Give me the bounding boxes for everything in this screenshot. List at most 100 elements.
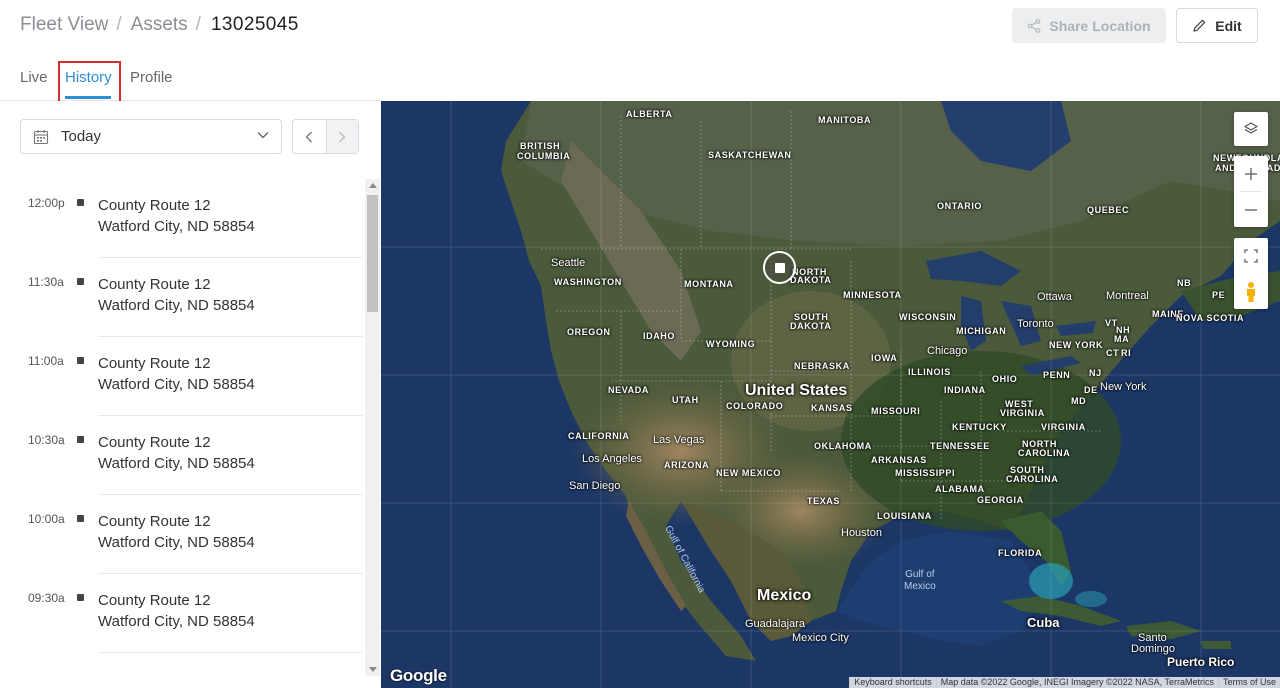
history-address-street: County Route 12: [98, 434, 211, 451]
map-label: RI: [1121, 348, 1132, 358]
zoom-out-button[interactable]: [1234, 192, 1268, 227]
map-city-label: Puerto Rico: [1167, 655, 1235, 669]
map-label: MINNESOTA: [843, 290, 902, 300]
map-city-label: Toronto: [1017, 318, 1054, 330]
date-navigation: [292, 119, 359, 154]
map-label: NEW MEXICO: [716, 468, 782, 478]
map-label: ONTARIO: [937, 201, 983, 211]
breadcrumb-assets[interactable]: Assets: [131, 14, 188, 36]
map-label: QUEBEC: [1087, 205, 1130, 215]
layers-icon: [1244, 122, 1258, 134]
map-label: NEBRASKA: [794, 361, 850, 371]
map-city-label: New York: [1100, 381, 1147, 393]
history-item[interactable]: 10:30a County Route 12 Watford City, ND …: [0, 416, 365, 495]
history-address-street: County Route 12: [98, 276, 211, 293]
history-time: 09:30a: [28, 591, 65, 605]
map-water-label: Gulf of Mexico: [904, 569, 936, 592]
share-location-button[interactable]: Share Location: [1012, 8, 1166, 43]
edit-label: Edit: [1215, 17, 1242, 34]
fullscreen-icon: [1244, 248, 1258, 263]
history-marker-icon: [77, 199, 84, 206]
map-country-label: United States: [745, 382, 848, 399]
map-country-label: Cuba: [1027, 615, 1060, 630]
history-panel: Today 12:00p County Route 12 Watford Cit…: [0, 101, 381, 688]
map-label: SASKATCHEWAN: [708, 150, 792, 160]
pencil-icon: [1193, 19, 1206, 32]
map-label: OKLAHOMA: [814, 441, 872, 451]
next-day-button[interactable]: [325, 120, 358, 153]
map-city-label: San Diego: [569, 480, 621, 492]
map-label: LOUISIANA: [877, 511, 932, 521]
map-view-controls: [1234, 238, 1268, 309]
map-label: WISCONSIN: [899, 312, 957, 322]
history-address-street: County Route 12: [98, 355, 211, 372]
map-label: OREGON: [567, 327, 611, 337]
chevron-down-icon: [257, 132, 269, 139]
history-item[interactable]: 11:00a County Route 12 Watford City, ND …: [0, 337, 365, 416]
history-time: 12:00p: [28, 196, 65, 210]
map-label: ARKANSAS: [871, 455, 927, 465]
share-icon: [1028, 18, 1041, 33]
history-time: 11:30a: [28, 275, 64, 289]
history-time: 10:30a: [28, 433, 65, 447]
map-label: MD: [1071, 396, 1087, 406]
history-address-street: County Route 12: [98, 592, 211, 609]
tab-live[interactable]: Live: [20, 69, 48, 86]
asset-location-marker[interactable]: [763, 251, 796, 284]
history-address-city: Watford City, ND 58854: [98, 534, 255, 551]
history-marker-icon: [77, 515, 84, 522]
keyboard-shortcuts-link[interactable]: Keyboard shortcuts: [849, 677, 936, 688]
map-label: INDIANA: [944, 385, 986, 395]
fullscreen-button[interactable]: [1234, 238, 1268, 273]
history-address-street: County Route 12: [98, 197, 211, 214]
map-label: ARIZONA: [664, 460, 710, 470]
map-label: IOWA: [871, 353, 898, 363]
scroll-up-icon[interactable]: [369, 183, 377, 188]
map-label: ILLINOIS: [908, 367, 951, 377]
map-layers-button[interactable]: [1234, 112, 1268, 146]
map-label: COLUMBIA: [517, 151, 571, 161]
map-label: NJ: [1089, 368, 1102, 378]
page-header: Fleet View / Assets / 13025045 Share Loc…: [0, 0, 1280, 52]
map-city-label: Domingo: [1131, 643, 1176, 655]
history-address-city: Watford City, ND 58854: [98, 455, 255, 472]
map-label: CT: [1106, 348, 1120, 358]
map-city-label: Montreal: [1106, 290, 1149, 302]
zoom-in-button[interactable]: [1234, 156, 1268, 191]
history-address-city: Watford City, ND 58854: [98, 613, 255, 630]
history-marker-icon: [77, 436, 84, 443]
history-item[interactable]: 11:30a County Route 12 Watford City, ND …: [0, 258, 365, 337]
divider: [98, 652, 363, 653]
breadcrumb: Fleet View / Assets / 13025045: [20, 14, 299, 36]
history-item[interactable]: 09:30a County Route 12 Watford City, ND …: [0, 574, 365, 653]
street-view-pegman[interactable]: [1234, 274, 1268, 309]
edit-button[interactable]: Edit: [1176, 8, 1258, 43]
history-list: 12:00p County Route 12 Watford City, ND …: [0, 179, 365, 688]
history-item[interactable]: 10:00a County Route 12 Watford City, ND …: [0, 495, 365, 574]
breadcrumb-separator: /: [116, 14, 122, 35]
terms-of-use-link[interactable]: Terms of Use: [1217, 677, 1280, 688]
tab-profile[interactable]: Profile: [130, 69, 173, 86]
page-title: 13025045: [210, 14, 299, 35]
scroll-down-icon[interactable]: [369, 667, 377, 672]
map-city-label: Chicago: [927, 345, 968, 357]
map-city-label: Las Vegas: [653, 434, 705, 446]
history-item[interactable]: 12:00p County Route 12 Watford City, ND …: [0, 179, 365, 258]
history-marker-icon: [77, 278, 84, 285]
map-label: CALIFORNIA: [568, 431, 630, 441]
scrollbar-thumb[interactable]: [367, 195, 378, 312]
map-label: MONTANA: [684, 279, 734, 289]
breadcrumb-fleet-view[interactable]: Fleet View: [20, 14, 108, 36]
map-label: KENTUCKY: [952, 422, 1007, 432]
date-range-select[interactable]: Today: [20, 119, 282, 154]
map-water-label-line: Gulf of: [905, 569, 935, 580]
calendar-icon: [33, 130, 49, 145]
map-label: MISSISSIPPI: [895, 468, 956, 478]
satellite-map[interactable]: ALBERTA MANITOBA BRITISH COLUMBIA SASKAT…: [381, 101, 1280, 688]
history-scrollbar[interactable]: [365, 179, 380, 676]
history-address-city: Watford City, ND 58854: [98, 297, 255, 314]
previous-day-button[interactable]: [293, 120, 326, 153]
map-label: NOVA SCOTIA: [1176, 313, 1245, 323]
history-address-street: County Route 12: [98, 513, 211, 530]
history-marker-icon: [77, 594, 84, 601]
